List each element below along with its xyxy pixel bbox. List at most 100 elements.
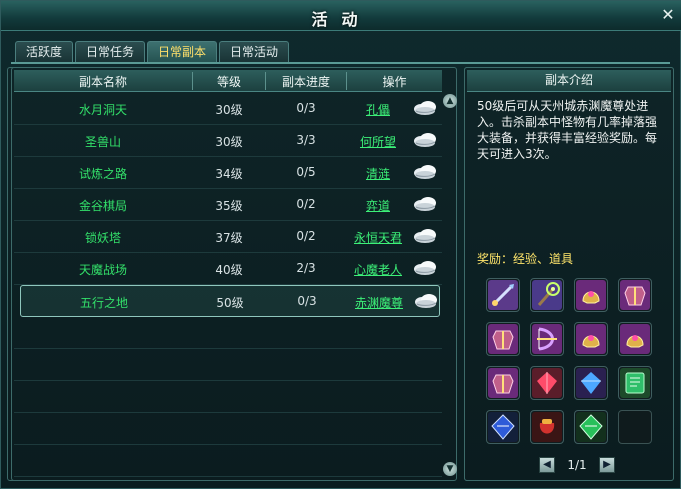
npc-link[interactable]: 永恒天君: [347, 229, 409, 246]
empty-row: [14, 317, 442, 349]
intro-description: 50级后可从天州城赤渊魔尊处进入。击杀副本中怪物有几率掉落强大装备，并获得丰富经…: [477, 99, 658, 161]
reward-slot[interactable]: [486, 322, 520, 356]
reward-slot[interactable]: [530, 410, 564, 444]
reward-label: 奖励：经验、道具: [477, 252, 574, 266]
sword-item-icon: [488, 280, 518, 310]
dungeon-name: 锁妖塔: [84, 231, 121, 245]
npc-link[interactable]: 何所望: [347, 133, 409, 150]
table-row[interactable]: 圣兽山 30级 3/3 何所望: [14, 125, 442, 157]
blue-diamond-icon: [488, 412, 518, 442]
book-item-icon: [620, 368, 650, 398]
table-row[interactable]: 锁妖塔 37级 0/2 永恒天君: [14, 221, 442, 253]
dungeon-name: 水月洞天: [78, 103, 127, 117]
reward-pager: ◀ 1/1 ▶: [539, 456, 619, 474]
table-row[interactable]: 五行之地 50级 0/3 赤渊魔尊: [20, 285, 440, 317]
armor-item-icon: [620, 280, 650, 310]
reward-slot[interactable]: [486, 410, 520, 444]
prev-page-button[interactable]: ◀: [539, 457, 555, 473]
page-indicator: 1/1: [567, 458, 587, 472]
bow-item-icon: [532, 324, 562, 354]
npc-link[interactable]: 弈道: [347, 197, 409, 214]
header-dungeon-name: 副本名称: [78, 75, 127, 89]
dungeon-name: 五行之地: [79, 296, 128, 310]
dungeon-progress: 3/3: [296, 133, 316, 147]
reward-slot[interactable]: [574, 278, 608, 312]
tab-activity[interactable]: 活跃度: [15, 41, 74, 63]
dungeon-level: 50级: [216, 296, 244, 310]
cloud-fly-icon[interactable]: [412, 227, 438, 245]
cloud-fly-icon[interactable]: [412, 163, 438, 181]
tab-daily-quests[interactable]: 日常任务: [75, 41, 146, 63]
table-row[interactable]: 天魔战场 40级 2/3 心魔老人: [14, 253, 442, 285]
npc-link[interactable]: 赤渊魔尊: [348, 294, 410, 311]
table-header: 副本名称 等级 副本进度 操作: [14, 70, 442, 92]
helmet-item-icon: [576, 280, 606, 310]
dungeon-intro-panel: 副本介绍 50级后可从天州城赤渊魔尊处进入。击杀副本中怪物有几率掉落强大装备，并…: [464, 67, 674, 481]
npc-link[interactable]: 心魔老人: [347, 261, 409, 278]
helmet-item-icon: [576, 324, 606, 354]
reward-slot[interactable]: [486, 278, 520, 312]
scroll-up-button[interactable]: ▲: [443, 94, 457, 108]
tab-daily-events[interactable]: 日常活动: [219, 41, 290, 63]
dungeon-progress: 0/2: [296, 197, 316, 211]
blue-gem-icon: [576, 368, 606, 398]
table-row[interactable]: 水月洞天 30级 0/3 孔儡: [14, 93, 442, 125]
title-bar[interactable]: 活动 ✕: [1, 1, 681, 481]
reward-slot[interactable]: [574, 322, 608, 356]
header-progress: 副本进度: [281, 75, 330, 89]
reward-slot[interactable]: [574, 366, 608, 400]
dungeon-name: 天魔战场: [78, 263, 127, 277]
dungeon-level: 30级: [215, 103, 243, 117]
close-icon[interactable]: ✕: [660, 7, 676, 23]
dungeon-level: 35级: [215, 199, 243, 213]
reward-slot[interactable]: [530, 322, 564, 356]
scroll-down-button[interactable]: ▼: [443, 462, 457, 476]
empty-row: [14, 413, 442, 445]
cloud-fly-icon[interactable]: [412, 131, 438, 149]
empty-reward-slot[interactable]: [618, 410, 652, 444]
green-diamond-icon: [576, 412, 606, 442]
table-row[interactable]: 试炼之路 34级 0/5 清涟: [14, 157, 442, 189]
next-page-button[interactable]: ▶: [599, 457, 615, 473]
reward-slot[interactable]: [574, 410, 608, 444]
empty-row: [14, 381, 442, 413]
cloud-fly-icon[interactable]: [413, 292, 439, 310]
cloud-fly-icon[interactable]: [412, 99, 438, 117]
dungeon-list-panel: 副本名称 等级 副本进度 操作 水月洞天 30级 0/3 孔儡圣兽山 30级 3/3 何所望…: [11, 67, 457, 481]
dungeon-progress: 0/5: [296, 165, 316, 179]
dungeon-progress: 0/3: [297, 294, 317, 308]
staff-item-icon: [532, 280, 562, 310]
tab-bar: 活跃度 日常任务 日常副本 日常活动: [15, 41, 290, 63]
empty-row: [14, 445, 442, 477]
reward-slot[interactable]: [530, 366, 564, 400]
dungeon-level: 37级: [215, 231, 243, 245]
red-pouch-icon: [532, 412, 562, 442]
tab-daily-dungeons[interactable]: 日常副本: [147, 41, 218, 63]
dungeon-level: 34级: [215, 167, 243, 181]
reward-slot[interactable]: [618, 278, 652, 312]
dungeon-progress: 0/3: [296, 101, 316, 115]
header-action: 操作: [382, 75, 407, 89]
reward-slot[interactable]: [618, 322, 652, 356]
reward-slot[interactable]: [486, 366, 520, 400]
dungeon-name: 圣兽山: [84, 135, 121, 149]
red-gem-icon: [532, 368, 562, 398]
dungeon-name: 试炼之路: [78, 167, 127, 181]
dungeon-level: 30级: [215, 135, 243, 149]
armor-item-icon: [488, 368, 518, 398]
intro-title: 副本介绍: [467, 70, 671, 92]
empty-row: [14, 349, 442, 381]
npc-link[interactable]: 清涟: [347, 165, 409, 182]
cloud-fly-icon[interactable]: [412, 259, 438, 277]
reward-slot[interactable]: [530, 278, 564, 312]
npc-link[interactable]: 孔儡: [347, 101, 409, 118]
tab-underline: [11, 62, 670, 64]
dungeon-name: 金谷棋局: [78, 199, 127, 213]
helmet-item-icon: [620, 324, 650, 354]
table-row[interactable]: 金谷棋局 35级 0/2 弈道: [14, 189, 442, 221]
cloud-fly-icon[interactable]: [412, 195, 438, 213]
dungeon-level: 40级: [215, 263, 243, 277]
scrollbar[interactable]: ▲ ▼: [443, 94, 457, 476]
reward-slot[interactable]: [618, 366, 652, 400]
activity-window: 活动 ✕ 活跃度 日常任务 日常副本 日常活动 副本名称 等级 副本进度 操作 …: [0, 0, 681, 489]
